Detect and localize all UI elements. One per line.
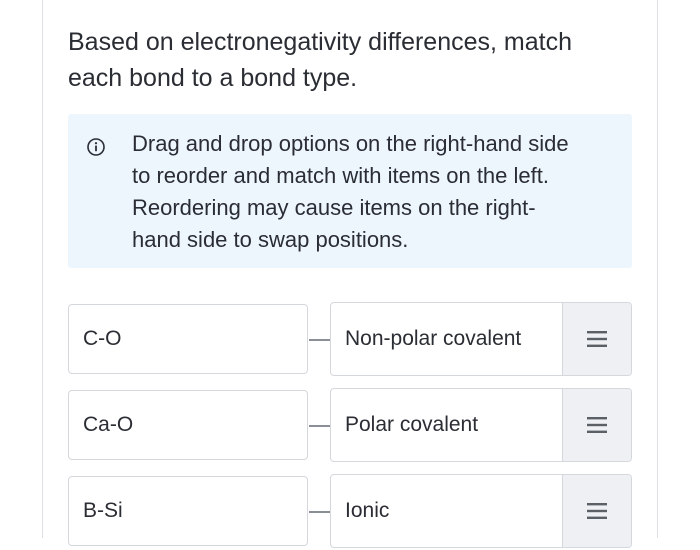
drag-handle[interactable] [562,389,631,461]
draggable-bond-type[interactable]: Non-polar covalent [330,302,632,376]
drag-handle[interactable] [562,475,631,547]
question-line-2: each bond to a bond type. [68,64,358,92]
bond-label: C-O [83,327,122,350]
match-row: C-O Non-polar covalent [68,302,634,378]
drag-handle-icon [587,417,607,433]
bond-item: C-O [68,304,308,374]
instruction-line-4: hand side to swap positions. [132,227,409,252]
draggable-bond-type[interactable]: Polar covalent [330,388,632,462]
instruction-text: Drag and drop options on the right-hand … [132,128,616,256]
bond-type-label: Non-polar covalent [345,327,522,350]
drag-handle[interactable] [562,303,631,375]
instruction-box: Drag and drop options on the right-hand … [68,114,632,268]
match-row: B-Si Ionic [68,474,634,550]
drag-handle-icon [587,503,607,519]
drag-handle-icon [587,331,607,347]
match-connector [309,339,331,341]
question-prompt: Based on electronegativity differences, … [68,24,638,96]
match-connector [309,425,331,427]
info-circle-icon [87,138,105,156]
bond-label: B-Si [83,499,123,522]
bond-type-label: Polar covalent [345,413,479,436]
bond-item: B-Si [68,476,308,546]
question-line-1: Based on electronegativity differences, … [68,28,572,56]
match-connector [309,511,331,513]
bond-label: Ca-O [83,413,134,436]
match-row: Ca-O Polar covalent [68,388,634,464]
instruction-line-1: Drag and drop options on the right-hand … [132,131,569,156]
bond-type-label: Ionic [345,499,390,522]
draggable-bond-type[interactable]: Ionic [330,474,632,548]
bond-item: Ca-O [68,390,308,460]
instruction-line-2: to reorder and match with items on the l… [132,163,549,188]
instruction-line-3: Reordering may cause items on the right- [132,195,536,220]
